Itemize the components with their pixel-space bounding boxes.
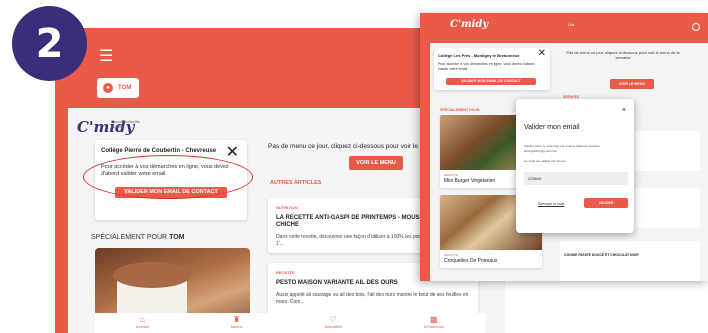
hamburger-menu-icon[interactable]: ☰: [99, 46, 113, 66]
close-icon[interactable]: ✕: [538, 48, 546, 59]
special-for-heading: SPÉCIALEMENT POUR: [440, 108, 480, 112]
tab-menus[interactable]: ♜ Menus: [231, 313, 243, 329]
side-article-title: COOKIE PATATE DOUCE ET CHOCOLAT NOIR: [564, 253, 639, 257]
tab-label: Menus: [230, 324, 243, 329]
close-icon[interactable]: ✕: [226, 142, 239, 162]
tab-actualites[interactable]: ♡ Actualités: [324, 313, 341, 329]
tab-label: Actualités: [324, 324, 342, 329]
location-select[interactable]: Lila: [568, 22, 574, 27]
close-icon[interactable]: ×: [622, 107, 626, 114]
modal-email: lelougo2027@gmail.com: [524, 148, 558, 153]
recipe-name: Croquettes De Poireaux: [444, 258, 498, 264]
no-menu-text: Pas de menu ce jour, cliquez ci-dessous …: [566, 50, 680, 60]
code-validity-text: Ce code est valable 10 minutes: [524, 159, 566, 163]
validate-code-button[interactable]: VALIDER: [584, 198, 628, 208]
school-name: Collège Pierre de Coubertin - Chevreuse: [101, 148, 217, 154]
user-chip-label: TOM: [118, 85, 132, 91]
tab-accueil[interactable]: ⌂ Accueil: [136, 313, 149, 329]
step-number-badge: 2: [12, 6, 87, 81]
logo-subtitle: Restos collectifs familles: [111, 119, 140, 129]
tab-label: Accueil: [135, 324, 149, 329]
tab-label: Démarches: [423, 324, 445, 329]
article-text: Aussi appelé ail sauvage ou ail des bois…: [276, 292, 469, 305]
heart-icon: ♡: [329, 315, 337, 324]
highlight-ellipse: [83, 155, 253, 199]
chef-hat-icon: ♜: [233, 315, 241, 324]
user-icon: ●: [103, 83, 113, 93]
school-name: Collège Les Prés - Montigny le Bretonneu…: [438, 53, 520, 58]
other-articles-heading: AUTRES ARTICLES: [270, 180, 322, 186]
special-for-heading: SPÉCIALEMENT POUR TOM: [91, 234, 185, 241]
desktop-app-screen: C'midy Lila Collège Les Prés - Montigny …: [420, 13, 708, 281]
validate-email-button[interactable]: VALIDER MON EMAIL DE CONTACT: [446, 78, 536, 85]
special-name: TOM: [169, 234, 185, 241]
view-menu-button[interactable]: VOIR LE MENU: [349, 156, 403, 170]
article-title: PESTO MAISON VARIANTE AIL DES OURS: [276, 280, 398, 286]
cmidy-logo: C'midy: [450, 19, 489, 30]
resend-code-link[interactable]: Renvoyer le code: [538, 202, 564, 206]
modal-title: Valider mon email: [524, 124, 580, 131]
tab-demarches[interactable]: ▩ Démarches: [424, 313, 444, 329]
modal-info: Veuillez saisir le code reçu par email à…: [524, 144, 628, 153]
account-icon[interactable]: [692, 23, 700, 31]
notice-text: Pour accéder à vos démarches en ligne, v…: [438, 62, 535, 71]
user-chip[interactable]: ● TOM: [97, 78, 140, 98]
bottom-tab-bar: ⌂ Accueil ♜ Menus ♡ Actualités ▩ Démarch…: [95, 313, 485, 333]
special-prefix: SPÉCIALEMENT POUR: [91, 234, 168, 241]
briefcase-icon: ▩: [430, 315, 438, 324]
validate-email-modal: × Valider mon email Veuillez saisir le c…: [516, 99, 634, 233]
email-validation-notice: Collège Les Prés - Montigny le Bretonneu…: [434, 48, 550, 90]
side-article-card[interactable]: COOKIE PATATE DOUCE ET CHOCOLAT NOIR: [560, 241, 700, 281]
home-icon: ⌂: [139, 315, 145, 324]
mousse-shape: [113, 262, 191, 288]
recipe-category: RECETTE: [444, 253, 459, 257]
code-input[interactable]: 225649: [524, 172, 628, 185]
view-menu-button[interactable]: VOIR LE MENU: [610, 79, 654, 89]
